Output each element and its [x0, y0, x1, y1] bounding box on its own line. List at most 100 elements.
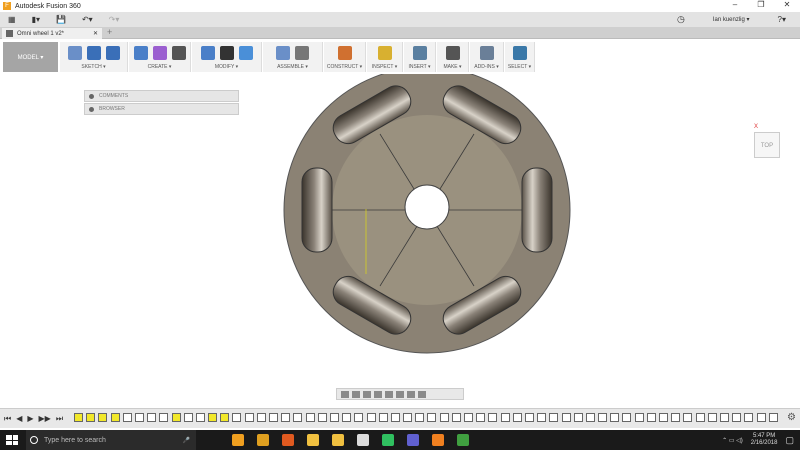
group-menu-label[interactable]: INSERT ▾: [404, 64, 435, 70]
timeline-feature[interactable]: [74, 413, 83, 422]
timeline-feature[interactable]: [293, 413, 303, 422]
timeline-feature[interactable]: [488, 413, 498, 422]
timeline-feature[interactable]: [305, 413, 315, 422]
user-menu[interactable]: Ian kuenzlig ▾: [713, 16, 750, 23]
timeline-feature[interactable]: [451, 413, 461, 422]
notifications-icon[interactable]: ▢: [785, 435, 794, 446]
minimize-button[interactable]: –: [722, 0, 748, 9]
roller[interactable]: [301, 167, 333, 253]
timeline-feature[interactable]: [110, 413, 120, 422]
tool-icon[interactable]: [276, 46, 290, 60]
roller[interactable]: [521, 167, 553, 253]
go-to-end-button[interactable]: ⏭: [56, 414, 63, 424]
timeline-feature[interactable]: [342, 413, 352, 422]
timeline-feature[interactable]: [232, 413, 242, 422]
timeline-feature[interactable]: [598, 413, 608, 422]
timeline-feature[interactable]: [512, 413, 522, 422]
fit-icon[interactable]: [385, 390, 393, 398]
timeline-feature[interactable]: [695, 413, 705, 422]
data-panel-grid-icon[interactable]: ▦: [8, 15, 16, 24]
help-button[interactable]: ?▾: [778, 15, 786, 24]
timeline-feature[interactable]: [256, 413, 266, 422]
timeline-feature[interactable]: [671, 413, 681, 422]
timeline-feature[interactable]: [634, 413, 644, 422]
timeline-feature[interactable]: [159, 413, 169, 422]
timeline-feature[interactable]: [622, 413, 632, 422]
timeline-feature[interactable]: [269, 413, 278, 422]
grid-settings-icon[interactable]: [407, 390, 415, 398]
zoom-icon[interactable]: [374, 390, 382, 398]
timeline-feature[interactable]: [329, 413, 339, 422]
taskbar-app-icon[interactable]: [407, 434, 419, 446]
tool-icon[interactable]: [171, 46, 186, 60]
timeline-feature[interactable]: [659, 413, 668, 422]
timeline-feature[interactable]: [98, 413, 108, 422]
taskbar-app-icon[interactable]: [282, 434, 294, 446]
timeline-feature[interactable]: [390, 413, 400, 422]
timeline-feature[interactable]: [768, 413, 778, 422]
tool-icon[interactable]: [67, 46, 82, 60]
go-to-start-button[interactable]: ⏮: [4, 414, 11, 424]
taskbar-app-icon[interactable]: [432, 434, 444, 446]
timeline-feature[interactable]: [134, 413, 144, 422]
tool-icon[interactable]: [105, 46, 120, 60]
canvas-viewport[interactable]: COMMENTS BROWSER TOP X: [0, 74, 800, 408]
taskbar-app-icon[interactable]: [307, 434, 319, 446]
taskbar-app-icon[interactable]: [232, 434, 244, 446]
document-tab[interactable]: Omni wheel 1 v2* ✕: [2, 28, 102, 39]
timeline-feature[interactable]: [561, 413, 571, 422]
timeline-feature[interactable]: [537, 413, 547, 422]
tray-icons[interactable]: ⌃ ▭ ◁): [722, 437, 743, 444]
tool-icon[interactable]: [295, 46, 309, 60]
timeline-feature[interactable]: [707, 413, 717, 422]
timeline-feature[interactable]: [244, 413, 254, 422]
group-menu-label[interactable]: CONSTRUCT ▾: [324, 64, 365, 70]
timeline-feature[interactable]: [439, 413, 449, 422]
timeline-feature[interactable]: [476, 413, 486, 422]
timeline-feature[interactable]: [524, 413, 534, 422]
workspace-switcher[interactable]: MODEL ▾: [3, 42, 58, 72]
timeline-feature[interactable]: [610, 413, 620, 422]
group-menu-label[interactable]: ADD-INS ▾: [470, 64, 503, 70]
timeline-feature[interactable]: [585, 413, 595, 422]
timeline-feature[interactable]: [86, 413, 96, 422]
timeline-feature[interactable]: [756, 413, 766, 422]
group-menu-label[interactable]: CREATE ▾: [129, 64, 190, 70]
tool-icon[interactable]: [200, 46, 215, 60]
close-button[interactable]: ✕: [774, 0, 800, 9]
timeline-feature[interactable]: [573, 413, 583, 422]
timeline-feature[interactable]: [208, 413, 218, 422]
group-menu-label[interactable]: MODIFY ▾: [192, 64, 261, 70]
omni-wheel-model[interactable]: [0, 74, 800, 408]
timeline-feature[interactable]: [732, 413, 742, 422]
taskbar-search[interactable]: Type here to search 🎤: [26, 430, 196, 450]
play-button[interactable]: ▶: [27, 414, 33, 424]
pan-icon[interactable]: [363, 390, 371, 398]
tool-icon[interactable]: [337, 46, 352, 60]
group-menu-label[interactable]: INSPECT ▾: [367, 64, 402, 70]
tool-icon[interactable]: [412, 46, 427, 60]
viewports-icon[interactable]: [418, 390, 426, 398]
timeline-feature[interactable]: [366, 413, 376, 422]
undo-button[interactable]: ↶▾: [82, 15, 93, 24]
timeline-feature[interactable]: [317, 413, 327, 422]
timeline-feature[interactable]: [171, 413, 181, 422]
timeline-feature[interactable]: [744, 413, 754, 422]
group-menu-label[interactable]: SKETCH ▾: [60, 64, 127, 70]
save-button[interactable]: 💾: [56, 15, 66, 24]
clock[interactable]: 5:47 PM 2/16/2018: [751, 433, 778, 447]
redo-button[interactable]: ↷▾: [109, 15, 120, 24]
windows-start-icon[interactable]: [6, 435, 18, 445]
look-at-icon[interactable]: [352, 390, 360, 398]
new-tab-button[interactable]: +: [107, 27, 112, 37]
step-back-button[interactable]: ◀: [16, 414, 22, 424]
timeline-feature[interactable]: [183, 413, 193, 422]
timeline-feature[interactable]: [122, 413, 132, 422]
timeline-feature[interactable]: [195, 413, 205, 422]
close-tab-icon[interactable]: ✕: [93, 30, 98, 37]
tool-icon[interactable]: [238, 46, 253, 60]
tool-icon[interactable]: [86, 46, 101, 60]
view-cube[interactable]: TOP: [754, 132, 780, 158]
job-status-icon[interactable]: ◷: [677, 14, 685, 25]
taskbar-app-icon[interactable]: [457, 434, 469, 446]
